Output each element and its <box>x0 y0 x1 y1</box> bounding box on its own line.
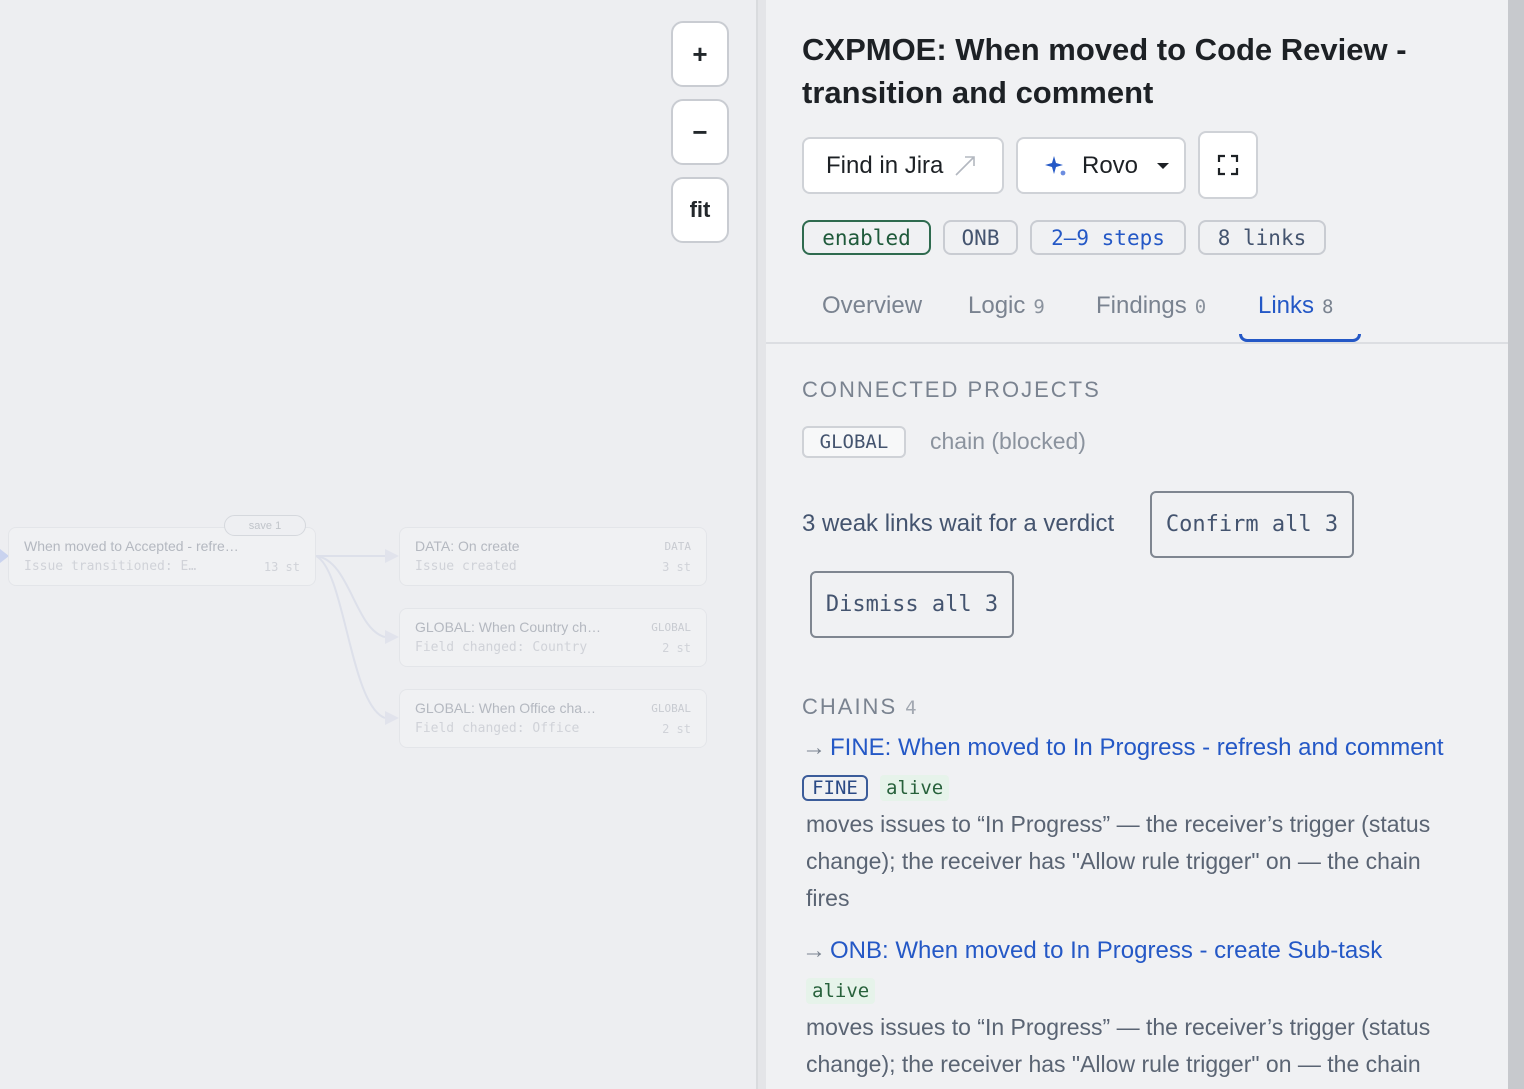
connected-project-chip[interactable]: GLOBAL <box>802 426 906 458</box>
expand-button[interactable] <box>1198 131 1258 199</box>
node-title: DATA: On create <box>415 538 520 554</box>
tab-count: 9 <box>1033 296 1045 318</box>
project-badge: ONB <box>943 220 1018 255</box>
tab-label: Links <box>1258 292 1315 319</box>
rovo-label: Rovo <box>1082 151 1139 179</box>
node-steps: 2 st <box>662 722 691 736</box>
find-in-jira-button[interactable]: Find in Jira <box>802 137 1004 194</box>
rule-detail-panel: CXPMOE: When moved to Code Review - tran… <box>766 0 1508 1089</box>
target-node[interactable]: GLOBAL: When Office cha… Field changed: … <box>399 689 707 748</box>
zoom-in-button[interactable]: + <box>671 21 729 87</box>
fit-view-button[interactable]: fit <box>671 177 729 243</box>
target-node[interactable]: DATA: On create Issue created DATA 3 st <box>399 527 707 586</box>
chain-status-badge: alive <box>806 978 876 1004</box>
connected-project-note: chain (blocked) <box>930 428 1086 454</box>
node-title: GLOBAL: When Country ch… <box>415 619 601 635</box>
flow-canvas[interactable]: + − fit When moved to Accepted - refre… … <box>0 0 756 1089</box>
node-steps: 3 st <box>662 560 691 574</box>
tab-divider <box>766 342 1508 344</box>
node-steps: 13 st <box>263 560 300 574</box>
chains-count: 4 <box>905 697 917 719</box>
arrow-right-icon: → <box>802 734 826 761</box>
node-steps: 2 st <box>662 641 691 655</box>
status-badge: enabled <box>802 220 931 255</box>
expand-icon <box>1217 154 1239 176</box>
panel-resize-handle[interactable] <box>756 0 766 1089</box>
tab-label: Overview <box>822 292 923 319</box>
connected-projects-heading: CONNECTED PROJECTS <box>802 377 1101 402</box>
steps-badge: 2–9 steps <box>1030 220 1186 255</box>
save-badge: save 1 <box>224 515 306 536</box>
edge-arrow-data <box>385 549 399 563</box>
node-project-tag: DATA <box>664 540 692 553</box>
external-link-icon <box>955 155 976 176</box>
tab-findings[interactable]: Findings 0 <box>1096 292 1206 320</box>
node-project-tag: GLOBAL <box>651 702 691 715</box>
chain-title: FINE: When moved to In Progress - refres… <box>830 734 1444 761</box>
rule-title: CXPMOE: When moved to Code Review - tran… <box>802 32 1407 110</box>
node-subtitle: Issue transitioned: E… <box>24 559 197 574</box>
chain-description: moves issues to “In Progress” — the rece… <box>806 1014 1431 1077</box>
node-subtitle: Field changed: Office <box>415 721 580 736</box>
rovo-button[interactable]: Rovo <box>1016 137 1186 194</box>
edge-to-office <box>315 555 386 719</box>
links-badge: 8 links <box>1198 220 1326 255</box>
chain-description: moves issues to “In Progress” — the rece… <box>806 811 1431 911</box>
node-title: GLOBAL: When Office cha… <box>415 700 597 716</box>
verdict-text: 3 weak links wait for a verdict <box>802 510 1115 537</box>
confirm-all-button[interactable]: Confirm all 3 <box>1150 491 1354 558</box>
chains-heading: CHAINS 4 <box>802 694 917 720</box>
tab-label: Findings <box>1096 292 1187 319</box>
tab-logic[interactable]: Logic 9 <box>968 292 1045 320</box>
chains-heading-label: CHAINS <box>802 694 898 719</box>
node-subtitle: Field changed: Country <box>415 640 588 655</box>
chain-link[interactable]: → FINE: When moved to In Progress - refre… <box>802 734 1444 762</box>
tab-count: 8 <box>1322 296 1334 318</box>
active-tab-indicator <box>1239 334 1361 342</box>
chain-status-badge: alive <box>880 775 950 801</box>
node-subtitle: Issue created <box>415 559 517 574</box>
node-project-tag: GLOBAL <box>651 621 691 634</box>
chain-link[interactable]: → ONB: When moved to In Progress - create… <box>802 937 1382 965</box>
edge-arrow-country <box>385 630 399 644</box>
zoom-out-button[interactable]: − <box>671 99 729 165</box>
tab-overview[interactable]: Overview <box>822 292 922 320</box>
sparkle-icon <box>1045 155 1066 175</box>
arrow-right-icon: → <box>802 937 826 964</box>
chain-title: ONB: When moved to In Progress - create … <box>830 937 1383 964</box>
edge-arrow-office <box>385 711 399 725</box>
node-title: When moved to Accepted - refre… <box>24 538 239 554</box>
tab-links[interactable]: Links 8 <box>1258 292 1333 320</box>
tab-count: 0 <box>1194 296 1207 318</box>
tab-label: Logic <box>968 292 1026 319</box>
find-in-jira-label: Find in Jira <box>826 151 944 179</box>
dismiss-all-button[interactable]: Dismiss all 3 <box>810 571 1014 638</box>
caret-down-icon <box>1157 162 1170 169</box>
target-node[interactable]: GLOBAL: When Country ch… Field changed: … <box>399 608 707 667</box>
chain-project-badge: FINE <box>802 775 868 801</box>
panel-scrollbar[interactable] <box>1508 0 1524 1089</box>
